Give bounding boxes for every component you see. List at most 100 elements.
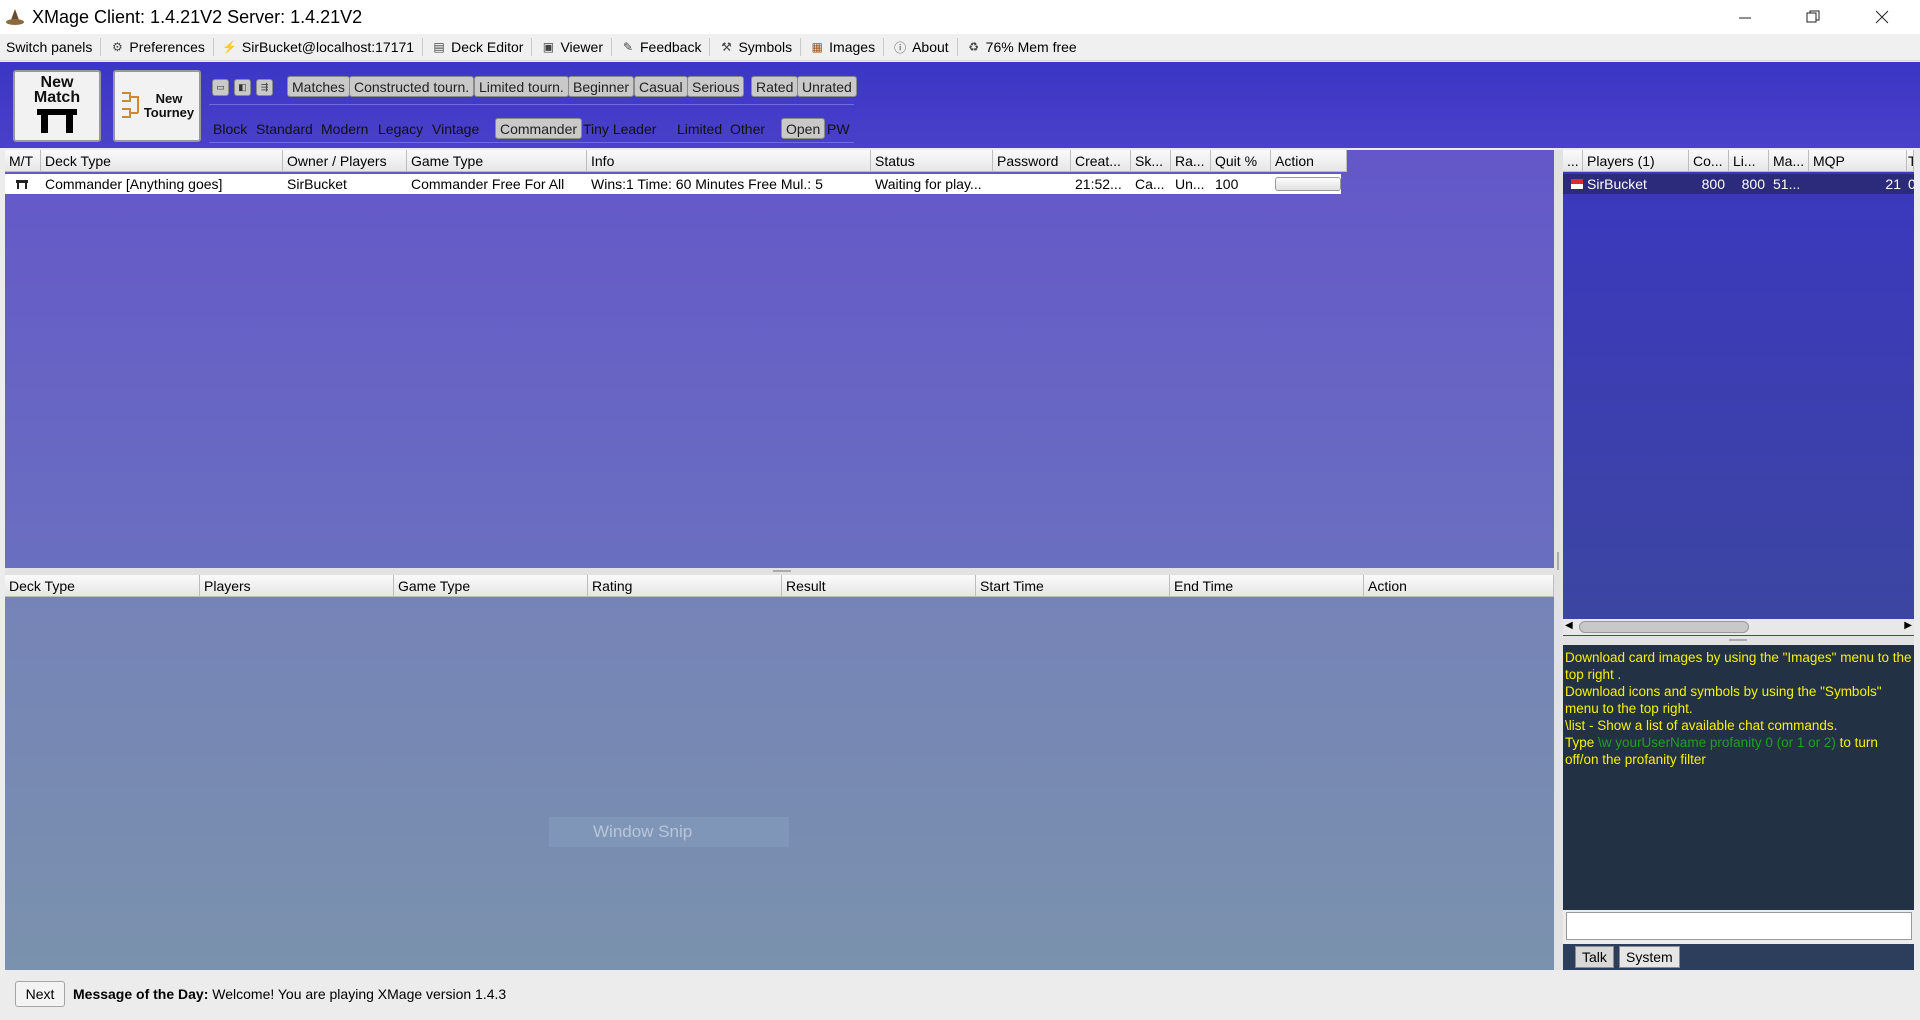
feedback-label: Feedback xyxy=(639,39,702,55)
horizontal-splitter[interactable] xyxy=(5,568,1554,575)
deck-editor-menu[interactable]: ▤ Deck Editor xyxy=(425,34,529,61)
symbols-icon: ⚒ xyxy=(721,40,732,54)
new-tourney-button[interactable]: New Tourney xyxy=(113,70,201,142)
filter-commander[interactable]: Commander xyxy=(495,118,583,139)
filter-constructed-tourn[interactable]: Constructed tourn. xyxy=(349,76,475,97)
status-bar: Next Message of the Day: Welcome! You ar… xyxy=(0,972,1920,1016)
symbols-menu[interactable]: ⚒ Symbols xyxy=(712,34,798,61)
fcol-rating[interactable]: Rating xyxy=(588,575,782,597)
vertical-splitter[interactable] xyxy=(1554,150,1563,970)
profanity-command: \w yourUserName profanity 0 (or 1 or 2) xyxy=(1598,735,1836,750)
minimize-icon[interactable] xyxy=(1716,0,1774,34)
row-rated: Un... xyxy=(1175,176,1205,192)
fcol-deck-type[interactable]: Deck Type xyxy=(5,575,200,597)
filter-legacy[interactable]: Legacy xyxy=(378,121,423,137)
scroll-left-icon[interactable]: ◀ xyxy=(1565,620,1573,631)
fcol-end-time[interactable]: End Time xyxy=(1170,575,1364,597)
filter-open[interactable]: Open xyxy=(781,118,826,139)
tab-talk[interactable]: Talk xyxy=(1575,946,1614,968)
filter-tiny-leader[interactable]: Tiny Leader xyxy=(583,121,656,137)
scroll-thumb[interactable] xyxy=(1579,621,1749,633)
filter-beginner[interactable]: Beginner xyxy=(568,76,635,97)
memory-indicator[interactable]: ♻ 76% Mem free xyxy=(960,34,1083,61)
filter-modern[interactable]: Modern xyxy=(321,121,368,137)
col-mt[interactable]: M/T xyxy=(5,150,41,172)
filter-limited[interactable]: Limited xyxy=(677,121,722,137)
restore-icon[interactable] xyxy=(1784,0,1842,34)
filter-block[interactable]: Block xyxy=(213,121,247,137)
player-name: SirBucket xyxy=(1587,176,1647,192)
player-t: 0 xyxy=(1908,176,1914,192)
fcol-start-time[interactable]: Start Time xyxy=(976,575,1170,597)
close-icon[interactable] xyxy=(1853,0,1911,34)
filter-unrated[interactable]: Unrated xyxy=(797,76,857,97)
fcol-players[interactable]: Players xyxy=(200,575,394,597)
info-icon: ⓘ xyxy=(894,40,907,55)
players-scrollbar[interactable]: ◀ ▶ xyxy=(1563,619,1914,635)
filter-bar: New Match New Tourney ▭ ◧ ⇶ Matches Cons… xyxy=(0,62,1920,148)
pcol-mqp[interactable]: MQP xyxy=(1809,150,1907,172)
col-action[interactable]: Action xyxy=(1271,150,1347,172)
filter-pw[interactable]: PW xyxy=(827,121,850,137)
col-skill[interactable]: Sk... xyxy=(1131,150,1171,172)
scroll-right-icon[interactable]: ▶ xyxy=(1904,620,1912,631)
filter-serious[interactable]: Serious xyxy=(687,76,745,97)
player-row[interactable]: SirBucket 800 800 51... 21 0 xyxy=(1563,174,1914,194)
viewer-menu[interactable]: ▣ Viewer xyxy=(534,34,609,61)
row-info: Wins:1 Time: 60 Minutes Free Mul.: 5 xyxy=(591,176,823,192)
next-button[interactable]: Next xyxy=(15,981,65,1007)
chat-input[interactable] xyxy=(1566,912,1912,940)
right-horizontal-splitter[interactable] xyxy=(1563,636,1914,645)
connection-label: SirBucket@localhost:17171 xyxy=(241,39,415,55)
filter-standard[interactable]: Standard xyxy=(256,121,313,137)
new-match-button[interactable]: New Match xyxy=(13,70,101,142)
filter-table-icon[interactable]: ▭ xyxy=(212,79,229,96)
filter-limited-tourn[interactable]: Limited tourn. xyxy=(474,76,569,97)
col-deck-type[interactable]: Deck Type xyxy=(41,150,283,172)
fcol-game-type[interactable]: Game Type xyxy=(394,575,588,597)
row-quit: 100 xyxy=(1215,176,1239,192)
filter-cards-icon[interactable]: ◧ xyxy=(234,79,251,96)
pcol-limited[interactable]: Li... xyxy=(1729,150,1769,172)
pcol-t[interactable]: T xyxy=(1907,150,1914,172)
col-status[interactable]: Status xyxy=(871,150,993,172)
player-mqp: 21 xyxy=(1885,176,1901,192)
filter-rated[interactable]: Rated xyxy=(751,76,799,97)
table-row[interactable]: Commander [Anything goes] SirBucket Comm… xyxy=(5,174,1341,194)
connection-menu[interactable]: ⚡ SirBucket@localhost:17171 xyxy=(216,34,420,61)
feedback-menu[interactable]: ✎ Feedback xyxy=(614,34,707,61)
col-game-type[interactable]: Game Type xyxy=(407,150,587,172)
menu-separator xyxy=(100,38,102,56)
filter-vintage[interactable]: Vintage xyxy=(432,121,479,137)
switch-panels-menu[interactable]: Switch panels xyxy=(0,34,98,61)
motd-label: Message of the Day: xyxy=(73,986,209,1002)
viewer-label: Viewer xyxy=(560,39,603,55)
filter-divider xyxy=(209,142,854,143)
col-owner-players[interactable]: Owner / Players xyxy=(283,150,407,172)
col-info[interactable]: Info xyxy=(587,150,871,172)
about-menu[interactable]: ⓘ About xyxy=(886,34,955,61)
pcol-matches[interactable]: Ma... xyxy=(1769,150,1809,172)
tab-system[interactable]: System xyxy=(1619,946,1680,968)
filter-other[interactable]: Other xyxy=(730,121,765,137)
row-deck-type: Commander [Anything goes] xyxy=(45,176,223,192)
fcol-result[interactable]: Result xyxy=(782,575,976,597)
pcol-players[interactable]: Players (1) xyxy=(1583,150,1689,172)
filter-bracket-icon[interactable]: ⇶ xyxy=(256,79,273,96)
pcol-constructed[interactable]: Co... xyxy=(1689,150,1729,172)
col-rated[interactable]: Ra... xyxy=(1171,150,1211,172)
join-button[interactable] xyxy=(1275,177,1341,191)
filter-casual[interactable]: Casual xyxy=(634,76,688,97)
filter-matches[interactable]: Matches xyxy=(287,76,350,97)
tables-panel: M/T Deck Type Owner / Players Game Type … xyxy=(5,150,1554,568)
fcol-action[interactable]: Action xyxy=(1364,575,1554,597)
row-skill: Ca... xyxy=(1135,176,1165,192)
chat-tabs: Talk System xyxy=(1563,944,1914,970)
col-password[interactable]: Password xyxy=(993,150,1071,172)
images-menu[interactable]: ▦ Images xyxy=(803,34,881,61)
pcol-flag[interactable]: ... xyxy=(1563,150,1583,172)
col-quit[interactable]: Quit % xyxy=(1211,150,1271,172)
window-snip-label: Window Snip xyxy=(593,822,693,841)
preferences-menu[interactable]: ⚙ Preferences xyxy=(103,34,210,61)
col-created[interactable]: Creat... xyxy=(1071,150,1131,172)
